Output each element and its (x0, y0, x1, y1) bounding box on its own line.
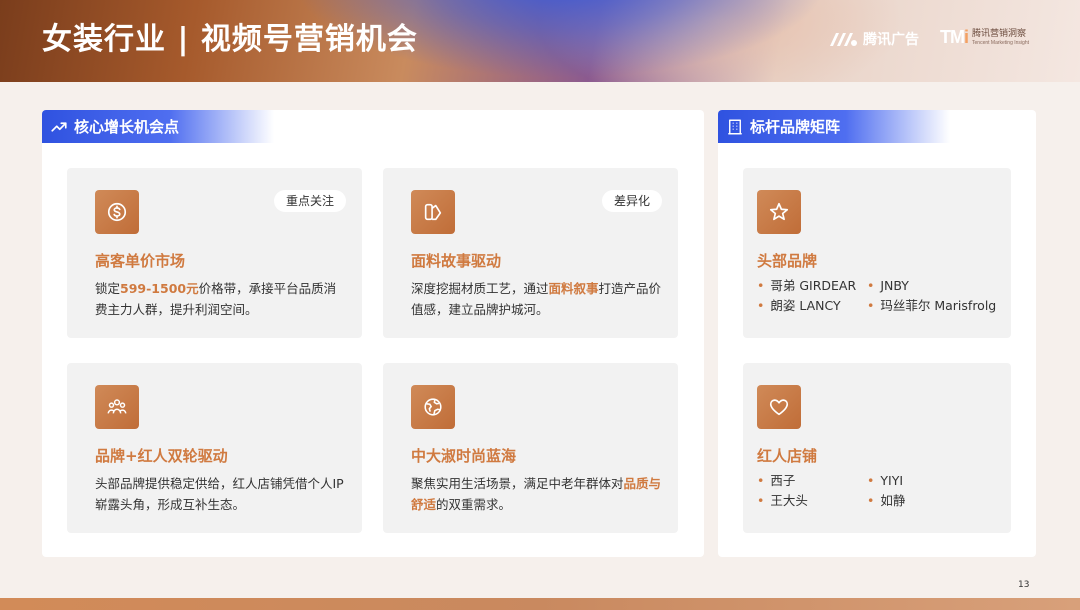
dollar-coin-icon (107, 202, 127, 222)
heart-icon (769, 399, 789, 416)
tencent-ads-mark-icon (830, 33, 857, 46)
benchmark-brands-panel: 标杆品牌矩阵 头部品牌 哥弟 GIRDEAR JNBY 朗姿 LANCY 玛丝菲… (718, 110, 1036, 557)
brand-category-card: 红人店铺 西子 YIYI 王大头 如静 (743, 363, 1011, 533)
tmi-logo-cn: 腾讯营销洞察 (972, 28, 1027, 39)
highlight-text: 599-1500元 (120, 281, 199, 296)
brand-item: JNBY (867, 276, 1017, 296)
section-header-growth: 核心增长机会点 (42, 110, 274, 143)
focus-badge: 重点关注 (273, 190, 346, 212)
tmi-logo-mark: TMi (940, 27, 969, 47)
card-description: 头部品牌提供稳定供给，红人店铺凭借个人IP崭露头角，形成互补生态。 (95, 476, 344, 512)
card-icon-container (411, 190, 455, 234)
card-icon-container (757, 190, 801, 234)
section-title: 核心增长机会点 (74, 118, 180, 136)
header-banner: 女装行业 | 视频号营销机会 腾讯广告 TMi 腾讯营销洞察 Tencent M… (0, 0, 1080, 82)
opportunity-card: 差异化 面料故事驱动 深度挖掘材质工艺，通过面料叙事打造产品价值感，建立品牌护城… (383, 168, 678, 338)
footer-bar (0, 598, 1080, 610)
tmi-logo-en: Tencent Marketing Insight (972, 39, 1029, 46)
section-title: 标杆品牌矩阵 (750, 118, 841, 136)
card-description: 深度挖掘材质工艺，通过面料叙事打造产品价值感，建立品牌护城河。 (411, 281, 662, 317)
brand-item: 玛丝菲尔 Marisfrolg (867, 296, 1017, 316)
card-description: 锁定599-1500元价格带，承接平台品质消费主力人群，提升利润空间。 (95, 281, 337, 317)
trending-up-icon (51, 121, 67, 132)
card-title: 高客单价市场 (95, 252, 186, 270)
brand-item: 西子 (757, 471, 867, 491)
people-group-icon (107, 399, 127, 414)
tmi-logo: TMi 腾讯营销洞察 Tencent Marketing Insight (940, 27, 1029, 48)
opportunity-card: 中大淑时尚蓝海 聚焦实用生活场景，满足中老年群体对品质与舒适的双重需求。 (383, 363, 678, 533)
building-icon (728, 119, 742, 134)
brand-item: 哥弟 GIRDEAR (757, 276, 867, 296)
card-title: 中大淑时尚蓝海 (411, 447, 517, 465)
opportunity-card: 品牌+红人双轮驱动 头部品牌提供稳定供给，红人店铺凭借个人IP崭露头角，形成互补… (67, 363, 362, 533)
opportunity-card: 重点关注 高客单价市场 锁定599-1500元价格带，承接平台品质消费主力人群，… (67, 168, 362, 338)
brand-item: 王大头 (757, 491, 867, 511)
card-icon-container (95, 190, 139, 234)
brand-item: 如静 (867, 491, 1017, 511)
card-title: 面料故事驱动 (411, 252, 502, 270)
card-icon-container (757, 385, 801, 429)
brand-list: 西子 YIYI 王大头 如静 (757, 471, 1017, 511)
card-title: 品牌+红人双轮驱动 (95, 447, 228, 465)
globe-icon (424, 398, 442, 416)
differentiation-badge: 差异化 (601, 190, 662, 212)
section-header-brands: 标杆品牌矩阵 (718, 110, 950, 143)
card-icon-container (411, 385, 455, 429)
brand-category-card: 头部品牌 哥弟 GIRDEAR JNBY 朗姿 LANCY 玛丝菲尔 Maris… (743, 168, 1011, 338)
page-number: 13 (1018, 580, 1030, 590)
card-icon-container (95, 385, 139, 429)
brand-list: 哥弟 GIRDEAR JNBY 朗姿 LANCY 玛丝菲尔 Marisfrolg (757, 276, 1017, 316)
card-description: 聚焦实用生活场景，满足中老年群体对品质与舒适的双重需求。 (411, 476, 662, 512)
tencent-ads-logo: 腾讯广告 (828, 28, 919, 50)
star-icon (769, 202, 789, 221)
card-title: 红人店铺 (757, 447, 818, 465)
card-title: 头部品牌 (757, 252, 818, 270)
fabric-swatch-icon (424, 203, 442, 221)
growth-opportunities-panel: 核心增长机会点 重点关注 高客单价市场 锁定599-1500元价格带，承接平台品… (42, 110, 704, 557)
brand-item: 朗姿 LANCY (757, 296, 867, 316)
page-title: 女装行业 | 视频号营销机会 (42, 22, 418, 57)
brand-item: YIYI (867, 471, 1017, 491)
highlight-text: 面料叙事 (548, 281, 599, 296)
tencent-ads-logo-text: 腾讯广告 (863, 32, 919, 48)
